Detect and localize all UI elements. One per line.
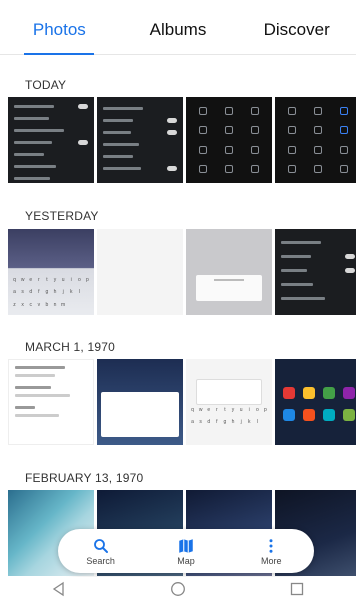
more-vert-icon [241, 536, 301, 556]
tab-albums[interactable]: Albums [119, 0, 238, 55]
home-circle-icon[interactable] [158, 581, 198, 602]
bottom-action-bar: Search Map More [58, 529, 314, 573]
photo-thumbnail[interactable] [97, 229, 183, 315]
photo-thumbnail[interactable] [97, 97, 183, 183]
photo-thumbnail[interactable]: qwertyuiopasdfghjkl [186, 359, 272, 445]
photo-thumbnail[interactable] [275, 229, 356, 315]
map-label: Map [177, 556, 195, 566]
photo-thumbnail[interactable] [186, 229, 272, 315]
photo-thumbnail[interactable] [186, 97, 272, 183]
photo-thumbnail[interactable] [8, 97, 94, 183]
photo-row-march: qwertyuiopasdfghjkl [8, 359, 356, 445]
photo-thumbnail[interactable] [8, 359, 94, 445]
photo-row-today [8, 97, 356, 183]
top-tab-bar: Photos Albums Discover [0, 0, 356, 55]
map-icon [156, 536, 216, 556]
more-button[interactable]: More [241, 536, 301, 566]
search-label: Search [86, 556, 115, 566]
photo-thumbnail[interactable] [275, 359, 356, 445]
map-button[interactable]: Map [156, 536, 216, 566]
gallery-app: Photos Albums Discover TODAY YESTERDAY q… [0, 0, 356, 605]
tab-photos[interactable]: Photos [0, 0, 119, 55]
photo-row-yesterday: qwertyuiopasdfghjklzxcvbnm [8, 229, 356, 315]
section-title-yesterday: YESTERDAY [25, 209, 99, 223]
tab-discover[interactable]: Discover [237, 0, 356, 55]
photo-thumbnail[interactable] [275, 97, 356, 183]
section-title-today: TODAY [25, 78, 67, 92]
more-label: More [261, 556, 282, 566]
search-button[interactable]: Search [71, 536, 131, 566]
section-title-february: FEBRUARY 13, 1970 [25, 471, 144, 485]
recents-square-icon[interactable] [277, 581, 317, 602]
system-navigation-bar [0, 577, 356, 605]
section-title-march: MARCH 1, 1970 [25, 340, 115, 354]
search-icon [71, 536, 131, 556]
back-triangle-icon[interactable] [39, 581, 79, 602]
photo-thumbnail[interactable] [97, 359, 183, 445]
photo-thumbnail[interactable]: qwertyuiopasdfghjklzxcvbnm [8, 229, 94, 315]
